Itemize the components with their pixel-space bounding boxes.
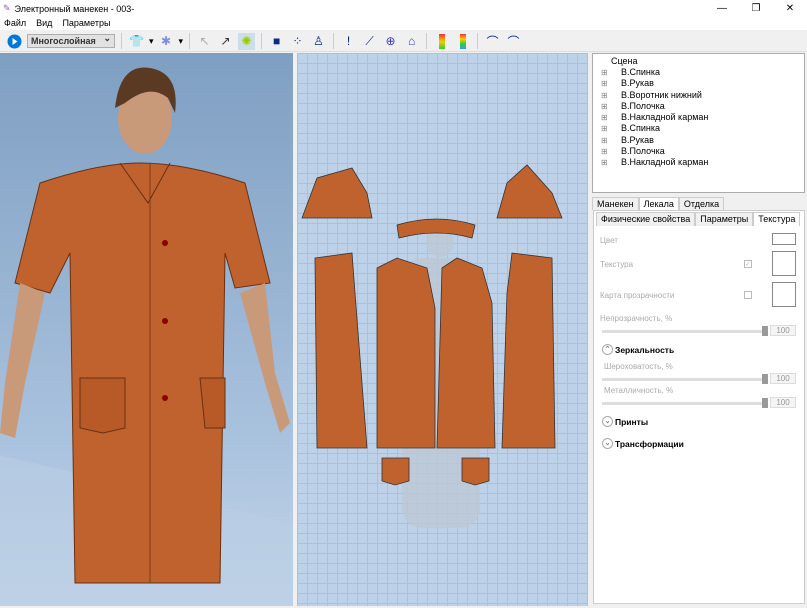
separator [261, 33, 263, 49]
pointer-icon[interactable]: ↖ [196, 33, 213, 50]
tshirt-icon[interactable]: ■ [268, 33, 285, 50]
tree-item[interactable]: В.Спинка [597, 67, 800, 79]
chevron-down-icon[interactable]: ▾ [149, 36, 154, 47]
texture-gradient-icon[interactable] [454, 33, 471, 50]
texture-checkbox[interactable]: ✓ [744, 260, 752, 268]
slider-thumb[interactable] [762, 374, 768, 384]
metallic-label: Металличность, % [604, 386, 674, 395]
bell-icon[interactable]: ⌂ [403, 33, 420, 50]
mannequin-icon[interactable]: ✱ [158, 33, 175, 50]
chevron-down-icon: ⌄ [602, 416, 613, 427]
texture-panel: Физические свойства Параметры Текстура Ц… [593, 210, 805, 604]
tree-item[interactable]: В.Спинка [597, 123, 800, 135]
tree-item[interactable]: В.Полочка [597, 146, 800, 158]
pattern-piece-pocket-left [381, 457, 410, 486]
play-icon[interactable] [6, 33, 23, 50]
color-gradient-icon[interactable] [433, 33, 450, 50]
specular-section[interactable]: ⌃ Зеркальность [602, 344, 674, 355]
tree-root[interactable]: Сцена [597, 56, 800, 67]
separator [333, 33, 335, 49]
maximize-button[interactable]: ❐ [739, 0, 773, 17]
chevron-up-icon: ⌃ [602, 344, 613, 355]
tree-item[interactable]: В.Рукав [597, 78, 800, 90]
opacity-value[interactable]: 100 [770, 325, 796, 336]
pattern-piece-sleeve-right [496, 164, 563, 219]
window-title: Электронный манекен - 003- [14, 3, 135, 14]
separator [426, 33, 428, 49]
alpha-map-checkbox[interactable] [744, 291, 752, 299]
main-tabs: Манекен Лекала Отделка [592, 197, 725, 210]
tab-physical-properties[interactable]: Физические свойства [596, 212, 696, 226]
color-swatch[interactable] [772, 233, 796, 245]
tab-finishing[interactable]: Отделка [678, 197, 725, 210]
tab-parameters[interactable]: Параметры [695, 212, 754, 226]
pattern-piece-pocket-right [461, 457, 490, 486]
scene-tree[interactable]: Сцена В.Спинка В.Рукав В.Воротник нижний… [592, 53, 805, 193]
tree-item[interactable]: В.Воротник нижний [597, 90, 800, 102]
roughness-slider[interactable] [602, 374, 768, 384]
texture-preview[interactable] [772, 251, 796, 276]
pattern-piece-front-left [376, 257, 436, 449]
close-button[interactable]: ✕ [773, 0, 807, 17]
tree-item[interactable]: В.Накладной карман [597, 157, 800, 169]
gear-icon[interactable]: ✺ [238, 32, 256, 50]
tab-mannequin[interactable]: Манекен [592, 197, 639, 210]
slider-thumb[interactable] [762, 398, 768, 408]
button-icon[interactable]: ⊕ [382, 33, 399, 50]
points-icon[interactable]: ⁘ [289, 33, 306, 50]
alpha-map-preview[interactable] [772, 282, 796, 307]
title-bar: ✎ Электронный манекен - 003- — ❐ ✕ [0, 0, 807, 17]
texture-label: Текстура [600, 260, 634, 269]
menu-parameters[interactable]: Параметры [62, 17, 110, 30]
mannequin-3d-model [0, 67, 293, 606]
pattern-piece-back-right [501, 252, 556, 449]
pattern-2d-view[interactable] [297, 53, 588, 606]
transforms-section[interactable]: ⌄ Трансформации [602, 438, 684, 449]
chevron-down-icon[interactable]: ▾ [179, 36, 184, 47]
specular-section-label: Зеркальность [615, 344, 675, 355]
mode-select[interactable]: Многослойная [27, 32, 115, 48]
menu-bar: Файл Вид Параметры [0, 17, 807, 30]
curve2-icon[interactable]: ⌒ [505, 33, 522, 50]
shirt-icon[interactable]: 👕 [128, 33, 145, 50]
prints-section-label: Принты [615, 416, 649, 427]
tab-patterns[interactable]: Лекала [638, 197, 679, 210]
tree-item[interactable]: В.Накладной карман [597, 112, 800, 124]
pattern-piece-sleeve-left [301, 167, 373, 219]
color-label: Цвет [600, 236, 618, 245]
metallic-slider[interactable] [602, 398, 768, 408]
pattern-piece-front-right [436, 257, 496, 449]
tab-texture[interactable]: Текстура [753, 212, 801, 226]
curve-icon[interactable]: ⌒ [484, 33, 501, 50]
separator [477, 33, 479, 49]
minimize-button[interactable]: — [705, 0, 739, 17]
roughness-value[interactable]: 100 [770, 373, 796, 384]
3d-view[interactable] [0, 53, 293, 606]
pattern-piece-back-left [314, 252, 368, 449]
tree-item[interactable]: В.Рукав [597, 135, 800, 147]
alpha-map-label: Карта прозрачности [600, 291, 675, 300]
metallic-value[interactable]: 100 [770, 397, 796, 408]
pin-icon[interactable]: ǃ [340, 33, 357, 50]
opacity-label: Непрозрачность, % [600, 314, 673, 323]
arrow-icon[interactable]: ↗ [217, 33, 234, 50]
tree-item[interactable]: В.Полочка [597, 101, 800, 113]
line-icon[interactable]: ⟋ [361, 33, 378, 50]
measure-figure-icon[interactable]: ♙ [310, 33, 327, 50]
prints-section[interactable]: ⌄ Принты [602, 416, 648, 427]
separator [189, 33, 191, 49]
separator [121, 33, 122, 49]
slider-thumb[interactable] [762, 326, 768, 336]
transforms-section-label: Трансформации [615, 438, 684, 449]
app-icon: ✎ [3, 3, 11, 13]
menu-file[interactable]: Файл [4, 17, 26, 30]
opacity-slider[interactable] [602, 326, 768, 336]
roughness-label: Шероховатость, % [604, 362, 673, 371]
toolbar: Многослойная 👕 ▾ ✱ ▾ ↖ ↗ ✺ ■ ⁘ ♙ ǃ ⟋ ⊕ ⌂ ⌒… [0, 31, 807, 52]
chevron-down-icon: ⌄ [602, 438, 613, 449]
menu-view[interactable]: Вид [36, 17, 52, 30]
pattern-pieces [301, 164, 563, 528]
